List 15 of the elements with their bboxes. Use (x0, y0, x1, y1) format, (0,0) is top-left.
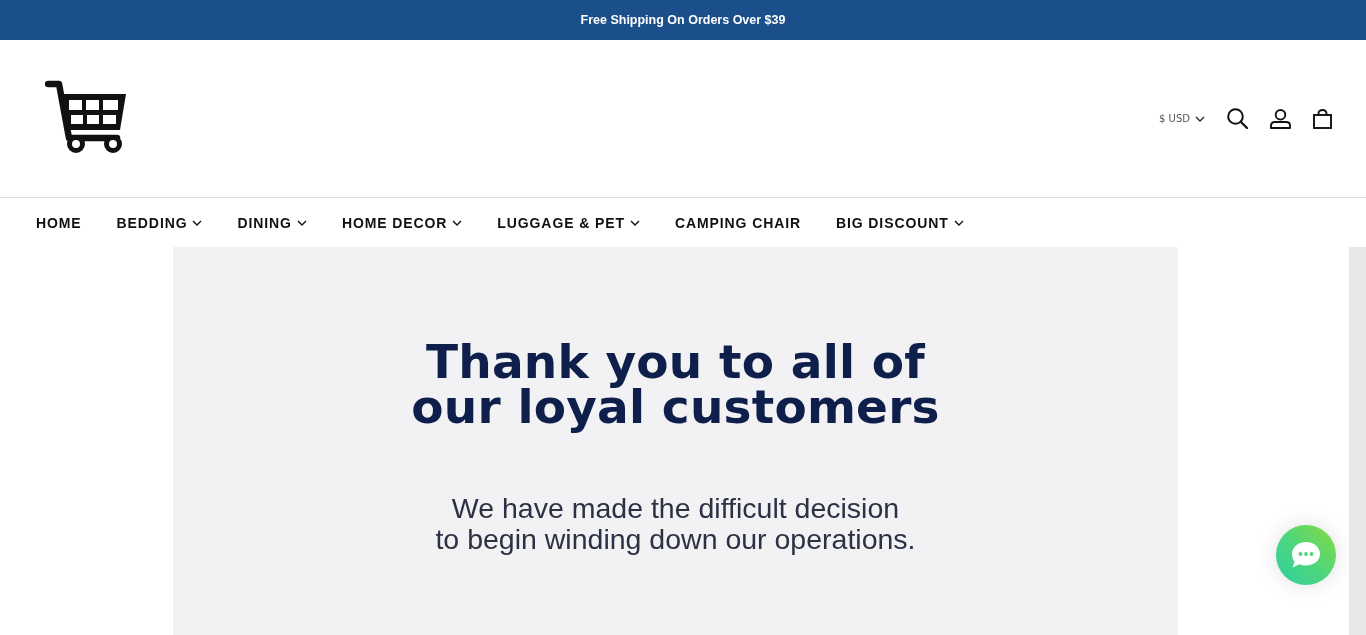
speech-bubble-icon (1291, 541, 1321, 569)
nav-link[interactable]: HOME DECOR (341, 214, 463, 231)
nav-link[interactable]: BIG DISCOUNT (835, 214, 964, 231)
nav-link[interactable]: DINING (237, 214, 307, 231)
nav-link[interactable]: CAMPING CHAIR (674, 214, 801, 231)
shopping-bag-icon[interactable] (1313, 108, 1332, 129)
shopping-cart-icon[interactable] (45, 79, 129, 154)
nav-link[interactable]: LUGGAGE & PET (497, 214, 640, 231)
nav-link[interactable]: HOME (36, 214, 82, 231)
user-icon[interactable] (1270, 108, 1291, 129)
nav-link[interactable]: BEDDING (116, 214, 203, 231)
announcement-text: Free Shipping On Orders Over $39 (580, 13, 786, 27)
search-icon[interactable] (1227, 108, 1248, 129)
currency-selector[interactable]: $ USD (1159, 113, 1205, 124)
banner-message: We have made the difficult decision to begin winding down our operations. (435, 493, 916, 555)
